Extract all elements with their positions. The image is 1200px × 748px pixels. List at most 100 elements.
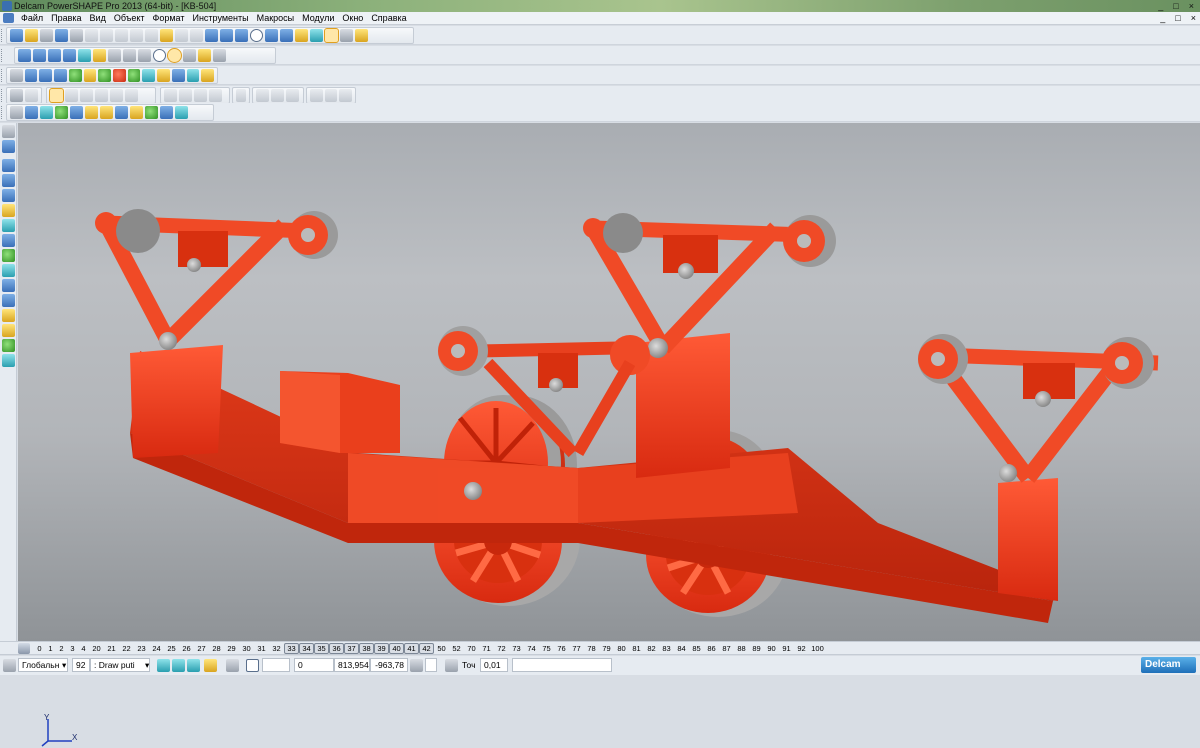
level-button[interactable]: 21 [104, 642, 119, 655]
level-button[interactable]: 32 [269, 642, 284, 655]
level-button[interactable]: 83 [659, 642, 674, 655]
chevron-down-icon[interactable]: ▾ [145, 658, 149, 672]
level-button[interactable]: 90 [764, 642, 779, 655]
coord-y-field[interactable]: -963,78 [370, 658, 408, 672]
level-button[interactable]: 88 [734, 642, 749, 655]
boss-icon[interactable] [164, 89, 177, 102]
mesh-tool-icon[interactable] [2, 264, 15, 277]
dimension-icon[interactable] [295, 29, 308, 42]
paste-icon[interactable] [115, 29, 128, 42]
level-button[interactable]: 24 [149, 642, 164, 655]
workplane-icon[interactable] [171, 69, 185, 82]
level-number-field[interactable]: 92 [72, 658, 90, 672]
level-button[interactable]: 75 [539, 642, 554, 655]
snap-grid-icon[interactable] [172, 659, 185, 672]
level-button[interactable]: 1 [45, 642, 56, 655]
dimension-tool-icon[interactable] [2, 204, 15, 217]
level-button[interactable]: 20 [89, 642, 104, 655]
level-button[interactable]: 36 [329, 643, 344, 654]
level-button[interactable]: 41 [404, 643, 419, 654]
quick-select-icon[interactable] [2, 140, 15, 153]
select-tool-icon[interactable] [2, 125, 15, 138]
offset-icon[interactable] [271, 89, 284, 102]
toolbar-grip[interactable] [1, 89, 5, 102]
render-icon[interactable] [324, 28, 339, 43]
line-tool-icon[interactable] [2, 159, 15, 172]
view-right-icon[interactable] [48, 49, 61, 62]
level-button[interactable]: 91 [779, 642, 794, 655]
text-tool-icon[interactable] [2, 219, 15, 232]
levels-icon[interactable] [18, 643, 30, 654]
level-button[interactable]: 26 [179, 642, 194, 655]
level-button[interactable]: 3 [67, 642, 78, 655]
level-button[interactable]: 33 [284, 643, 299, 654]
graphics-viewport[interactable]: Y X [18, 123, 1200, 747]
level-button[interactable]: 72 [494, 642, 509, 655]
move-icon[interactable] [40, 106, 53, 119]
open-folder-icon[interactable] [40, 29, 53, 42]
level-button[interactable]: 81 [629, 642, 644, 655]
level-button[interactable]: 71 [479, 642, 494, 655]
value-a-field[interactable]: 0 [294, 658, 334, 672]
level-button[interactable]: 35 [314, 643, 329, 654]
hole-icon[interactable] [194, 89, 207, 102]
view-top-icon[interactable] [18, 49, 31, 62]
doc-restore-button[interactable]: □ [1175, 12, 1180, 25]
solid-tool-icon[interactable] [2, 249, 15, 262]
snap-point-icon[interactable] [187, 659, 200, 672]
save-icon[interactable] [55, 29, 68, 42]
toolbar-grip[interactable] [1, 69, 5, 82]
electrode-tool-icon[interactable] [2, 309, 15, 322]
blank-icon[interactable] [100, 106, 113, 119]
wizard-icon[interactable] [355, 29, 368, 42]
level-button[interactable]: 38 [359, 643, 374, 654]
pointer-icon[interactable] [220, 29, 233, 42]
menu-object[interactable]: Объект [113, 12, 146, 25]
level-button[interactable]: 85 [689, 642, 704, 655]
extrude-icon[interactable] [127, 69, 141, 82]
document-icon[interactable] [3, 13, 14, 23]
level-button[interactable]: 27 [194, 642, 209, 655]
print-icon[interactable] [70, 29, 83, 42]
ungroup-icon[interactable] [145, 106, 158, 119]
rotate-icon[interactable] [55, 106, 68, 119]
zoom-fit-icon[interactable] [138, 49, 151, 62]
group-icon[interactable] [130, 106, 143, 119]
level-name-select[interactable]: : Draw puti [90, 658, 150, 672]
edit-icon[interactable] [130, 29, 143, 42]
level-button[interactable]: 89 [749, 642, 764, 655]
workplane-select[interactable]: Глобальн [18, 658, 68, 672]
level-button[interactable]: 100 [809, 642, 826, 655]
repair-icon[interactable] [339, 89, 353, 102]
snap-icon[interactable] [157, 659, 170, 672]
level-button[interactable]: 30 [239, 642, 254, 655]
shaded-view-icon[interactable] [167, 48, 182, 63]
assembly-tool-icon[interactable] [2, 339, 15, 352]
toolbar-grip[interactable] [1, 106, 5, 119]
scale-icon[interactable] [70, 106, 83, 119]
model-tool-icon[interactable] [2, 354, 15, 367]
level-button[interactable]: 76 [554, 642, 569, 655]
coord-x-field[interactable]: 813,954 [334, 658, 370, 672]
boolean-icon[interactable] [49, 88, 64, 103]
copy-transform-icon[interactable] [85, 106, 98, 119]
line-icon[interactable] [10, 69, 23, 82]
doc-close-button[interactable]: × [1191, 12, 1196, 25]
surface-tool-icon[interactable] [2, 234, 15, 247]
link-icon[interactable] [280, 29, 293, 42]
level-button[interactable]: 37 [344, 643, 359, 654]
level-button[interactable]: 2 [56, 642, 67, 655]
solid-history-icon[interactable] [25, 89, 38, 102]
level-button[interactable]: 82 [644, 642, 659, 655]
zoom-in-icon[interactable] [108, 49, 121, 62]
layer-icon[interactable] [115, 106, 128, 119]
menu-format[interactable]: Формат [152, 12, 186, 25]
level-button[interactable]: 78 [584, 642, 599, 655]
arc-icon[interactable] [24, 69, 38, 82]
toolbar-grip[interactable] [1, 29, 5, 42]
thicken-icon[interactable] [310, 89, 323, 102]
level-button[interactable]: 74 [524, 642, 539, 655]
history-icon[interactable] [190, 29, 203, 42]
primitive-sphere-icon[interactable] [98, 69, 112, 82]
copy-icon[interactable] [100, 29, 113, 42]
